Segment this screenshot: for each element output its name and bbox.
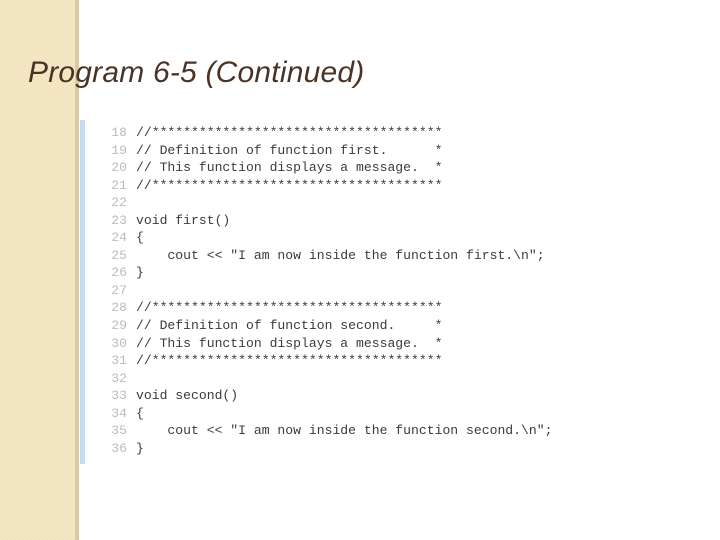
slide-canvas: Program 6-5 (Continued) 18 //************… — [0, 0, 720, 540]
code-line-text: { — [136, 230, 144, 246]
code-line-number: 31 — [111, 353, 127, 369]
code-line-number: 25 — [111, 247, 127, 263]
code-line: 21 //************************************… — [97, 177, 552, 195]
code-line-number: 19 — [111, 142, 127, 158]
code-line-text: } — [136, 265, 144, 281]
code-line-number: 20 — [111, 160, 127, 176]
code-line-text: // Definition of function second. * — [136, 318, 443, 334]
code-block-accent-rule — [80, 120, 85, 464]
code-line: 29 // Definition of function second. * — [97, 317, 552, 335]
code-line-text: { — [136, 405, 144, 421]
code-line-text: //************************************* — [136, 177, 443, 193]
code-line-text: cout << "I am now inside the function se… — [136, 423, 553, 439]
code-line-text: // This function displays a message. * — [136, 160, 443, 176]
code-line-number: 32 — [111, 370, 127, 386]
code-line: 30 // This function displays a message. * — [97, 335, 552, 353]
code-line: 20 // This function displays a message. * — [97, 159, 552, 177]
code-line-number: 27 — [111, 282, 127, 298]
code-line: 34 { — [97, 405, 552, 423]
code-line: 35 cout << "I am now inside the function… — [97, 422, 552, 440]
code-line-number: 30 — [111, 335, 127, 351]
code-line-number: 26 — [111, 265, 127, 281]
slide-title: Program 6-5 (Continued) — [28, 56, 365, 89]
code-line-number: 18 — [111, 125, 127, 140]
code-line-text: //************************************* — [136, 353, 443, 369]
code-line: 24 { — [97, 229, 552, 247]
code-line-number: 24 — [111, 230, 127, 246]
code-line: 19 // Definition of function first. * — [97, 142, 552, 160]
code-line-text: // Definition of function first. * — [136, 142, 443, 158]
code-line: 32 — [97, 370, 552, 388]
code-line: 28 //************************************… — [97, 299, 552, 317]
code-line: 23 void first() — [97, 212, 552, 230]
code-line-number: 29 — [111, 318, 127, 334]
code-line-number: 33 — [111, 388, 127, 404]
code-line-text: // This function displays a message. * — [136, 335, 443, 351]
code-line: 33 void second() — [97, 387, 552, 405]
code-line: 26} — [97, 264, 552, 282]
code-line-number: 36 — [111, 440, 127, 456]
code-line-number: 22 — [111, 195, 127, 211]
code-line: 27 — [97, 282, 552, 300]
code-line: 31 //************************************… — [97, 352, 552, 370]
code-line: 22 — [97, 194, 552, 212]
code-line-number: 21 — [111, 177, 127, 193]
code-line: 25 cout << "I am now inside the function… — [97, 247, 552, 265]
code-line: 18 //************************************… — [97, 124, 552, 142]
code-line-number: 34 — [111, 405, 127, 421]
code-line-text: //************************************* — [136, 125, 443, 140]
code-line: 36} — [97, 440, 552, 458]
code-line-text: void first() — [136, 212, 231, 228]
code-line-number: 35 — [111, 423, 127, 439]
code-line-number: 23 — [111, 212, 127, 228]
code-line-text: void second() — [136, 388, 239, 404]
code-line-text: } — [136, 440, 144, 456]
code-line-text: cout << "I am now inside the function fi… — [136, 247, 545, 263]
code-line-text: //************************************* — [136, 300, 443, 316]
code-line-number: 28 — [111, 300, 127, 316]
code-listing: 18 //************************************… — [97, 124, 552, 457]
